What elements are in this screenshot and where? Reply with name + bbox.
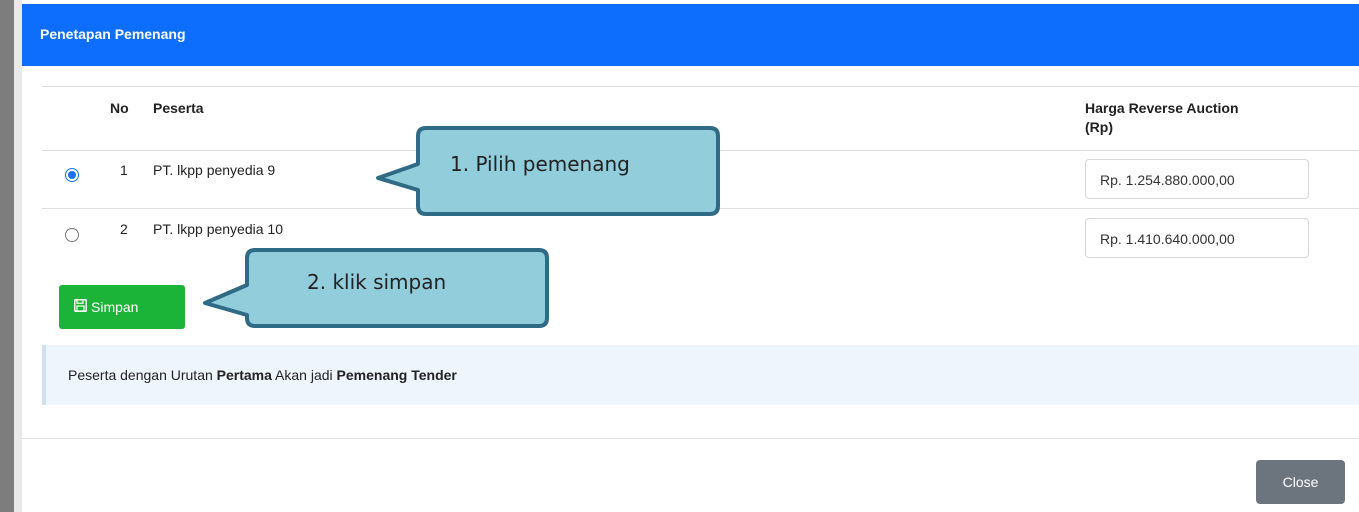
row-number: 2 [120, 221, 128, 237]
save-button[interactable]: Simpan [59, 285, 185, 329]
column-header-peserta: Peserta [153, 100, 204, 116]
save-button-label: Simpan [91, 299, 139, 315]
info-text: Peserta dengan Urutan Pertama Akan jadi … [68, 367, 457, 383]
winner-radio-2[interactable] [65, 228, 79, 242]
info-text-bold-first: Pertama [216, 367, 272, 383]
info-text-bold-winner: Pemenang Tender [336, 367, 457, 383]
floppy-disk-icon [74, 299, 87, 312]
window-left-border [14, 0, 22, 512]
harga-field[interactable]: Rp. 1.254.880.000,00 [1085, 159, 1309, 199]
column-header-harga-line1: Harga Reverse Auction [1085, 100, 1239, 116]
modal-header: Penetapan Pemenang [22, 4, 1359, 66]
info-text-prefix: Peserta dengan Urutan [68, 367, 217, 383]
row-number: 1 [120, 162, 128, 178]
info-alert: Peserta dengan Urutan Pertama Akan jadi … [42, 345, 1359, 405]
close-button[interactable]: Close [1256, 460, 1345, 504]
table-top-border [42, 86, 1359, 87]
info-text-middle: Akan jadi [271, 367, 337, 383]
modal-footer-divider [22, 438, 1359, 439]
peserta-name: PT. lkpp penyedia 10 [153, 221, 283, 237]
callout-select-winner-text: 1. Pilih pemenang [450, 152, 630, 176]
column-header-harga-line2: (Rp) [1085, 119, 1113, 135]
modal-title: Penetapan Pemenang [40, 26, 186, 42]
harga-field[interactable]: Rp. 1.410.640.000,00 [1085, 218, 1309, 258]
column-header-no: No [110, 100, 129, 116]
window-left-edge [0, 0, 14, 512]
peserta-name: PT. lkpp penyedia 9 [153, 162, 276, 178]
column-header-harga: Harga Reverse Auction (Rp) [1085, 100, 1239, 135]
winner-radio-1[interactable] [65, 168, 79, 182]
callout-click-save-text: 2. klik simpan [307, 270, 447, 294]
